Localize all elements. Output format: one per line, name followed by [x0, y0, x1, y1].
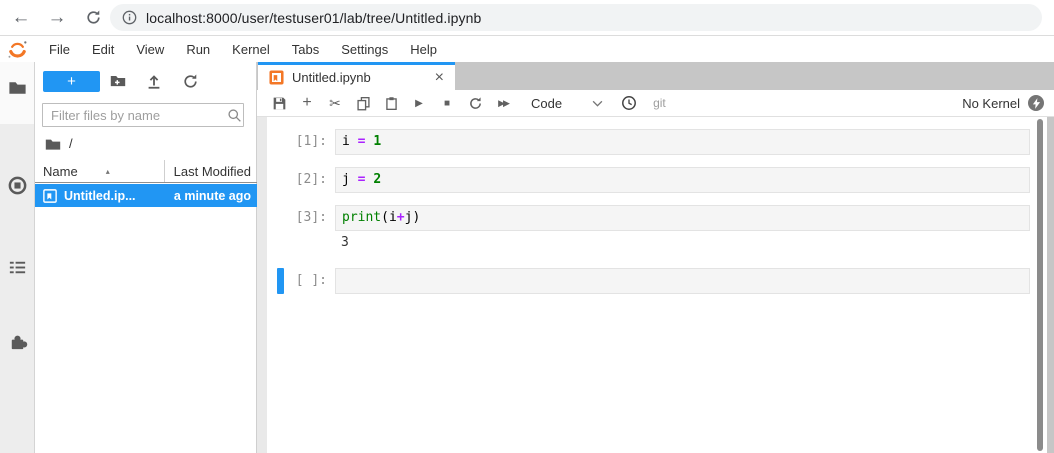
jupyter-logo-icon	[7, 39, 28, 60]
interrupt-kernel-icon[interactable]: ■	[433, 93, 461, 113]
new-launcher-button[interactable]: +	[43, 70, 100, 92]
close-tab-icon[interactable]: ×	[435, 69, 444, 86]
code-cell-1: [1]: i = 1	[267, 129, 1030, 155]
menu-tabs[interactable]: Tabs	[281, 42, 330, 57]
cell-prompt: [3]:	[295, 210, 327, 225]
jupyterlab-menu-bar: File Edit View Run Kernel Tabs Settings …	[0, 37, 1054, 62]
address-bar[interactable]: localhost:8000/user/testuser01/lab/tree/…	[110, 4, 1042, 31]
cell-editor-4[interactable]	[335, 268, 1030, 294]
code-cell-4-empty: [ ]:	[267, 268, 1030, 294]
tab-title: Untitled.ipynb	[292, 70, 371, 85]
add-cell-icon[interactable]: +	[293, 93, 321, 113]
file-browser-toolbar: +	[35, 70, 257, 92]
kernel-status-label[interactable]: No Kernel	[962, 96, 1020, 111]
code-cell-3: [3]: print(i+j)	[267, 205, 1030, 231]
file-list-header: Name ▴ Last Modified	[35, 160, 257, 183]
tab-untitled-ipynb[interactable]: Untitled.ipynb ×	[258, 62, 455, 90]
copy-cells-icon[interactable]	[349, 93, 377, 113]
breadcrumb-root[interactable]: /	[69, 136, 73, 151]
output-prompt-spacer	[267, 231, 335, 254]
reload-icon[interactable]	[80, 9, 106, 26]
file-modified: a minute ago	[173, 188, 251, 203]
left-activity-bar	[0, 62, 35, 453]
sort-ascending-icon: ▴	[105, 166, 110, 176]
history-clock-icon[interactable]	[621, 95, 637, 111]
upload-icon[interactable]	[136, 72, 172, 90]
save-icon[interactable]	[265, 93, 293, 113]
home-folder-icon[interactable]	[45, 137, 61, 151]
run-cell-icon[interactable]: ▶	[405, 93, 433, 113]
menu-help[interactable]: Help	[399, 42, 448, 57]
jupyterlab-shell: + / Name ▴	[0, 62, 1054, 453]
cell-list: [1]: i = 1 [2]: j = 2 [3]: print(i+j) 3	[267, 129, 1030, 306]
page-info-icon[interactable]	[122, 10, 137, 25]
menu-edit[interactable]: Edit	[81, 42, 125, 57]
main-dock-panel: Untitled.ipynb × + ✂ ▶ ■ ▶▶ Code git No …	[257, 62, 1054, 453]
file-name: Untitled.ip...	[64, 188, 136, 203]
file-row-untitled-ipynb[interactable]: Untitled.ip... a minute ago	[35, 184, 257, 207]
cell-3-output: 3	[267, 231, 1030, 254]
notebook-area: [1]: i = 1 [2]: j = 2 [3]: print(i+j) 3	[257, 117, 1054, 453]
cell-editor-1[interactable]: i = 1	[335, 129, 1030, 155]
refresh-file-list-icon[interactable]	[172, 73, 208, 90]
git-toolbar-label[interactable]: git	[653, 96, 666, 110]
menu-run[interactable]: Run	[175, 42, 221, 57]
tab-bar: Untitled.ipynb ×	[257, 62, 1054, 90]
menu-view[interactable]: View	[125, 42, 175, 57]
file-browser-panel: + / Name ▴	[35, 62, 257, 453]
notebook-tab-icon	[269, 70, 284, 85]
running-kernels-icon[interactable]	[7, 175, 28, 196]
forward-icon[interactable]: →	[44, 8, 70, 27]
notebook-scrollbar-thumb[interactable]	[1037, 119, 1043, 451]
right-edge-panel	[1047, 117, 1054, 453]
extension-manager-icon[interactable]	[7, 332, 28, 353]
url-text[interactable]: localhost:8000/user/testuser01/lab/tree/…	[146, 10, 481, 26]
cell-prompt: [2]:	[295, 172, 327, 187]
back-icon[interactable]: ←	[8, 8, 34, 27]
notebook-file-icon	[43, 188, 57, 203]
cut-cells-icon[interactable]: ✂	[321, 93, 349, 113]
menu-file[interactable]: File	[38, 42, 81, 57]
paste-cells-icon[interactable]	[377, 93, 405, 113]
cell-editor-2[interactable]: j = 2	[335, 167, 1030, 193]
output-text: 3	[341, 235, 349, 250]
kernel-indicator-icon[interactable]	[1028, 95, 1044, 111]
menu-kernel[interactable]: Kernel	[221, 42, 281, 57]
new-folder-icon[interactable]	[100, 72, 136, 90]
notebook-left-gutter	[257, 117, 267, 453]
notebook-toolbar: + ✂ ▶ ■ ▶▶ Code git No Kernel	[257, 90, 1054, 117]
selected-cell-indicator	[277, 268, 284, 294]
breadcrumb: /	[45, 136, 73, 151]
code-cell-2: [2]: j = 2	[267, 167, 1030, 193]
menu-settings[interactable]: Settings	[330, 42, 399, 57]
browser-toolbar: ← → localhost:8000/user/testuser01/lab/t…	[0, 0, 1054, 36]
chevron-down-icon[interactable]	[592, 100, 603, 107]
restart-kernel-icon[interactable]	[461, 93, 489, 113]
cell-editor-3[interactable]: print(i+j)	[335, 205, 1030, 231]
file-browser-icon[interactable]	[7, 77, 28, 98]
column-header-name[interactable]: Name ▴	[35, 164, 164, 179]
column-header-modified[interactable]: Last Modified	[165, 164, 257, 179]
cell-prompt: [1]:	[295, 134, 327, 149]
filter-files-field[interactable]	[42, 103, 244, 127]
table-of-contents-icon[interactable]	[7, 257, 28, 278]
search-icon	[227, 108, 242, 123]
restart-run-all-icon[interactable]: ▶▶	[489, 93, 517, 113]
filter-files-input[interactable]	[43, 107, 227, 123]
cell-type-dropdown[interactable]: Code	[531, 96, 562, 111]
